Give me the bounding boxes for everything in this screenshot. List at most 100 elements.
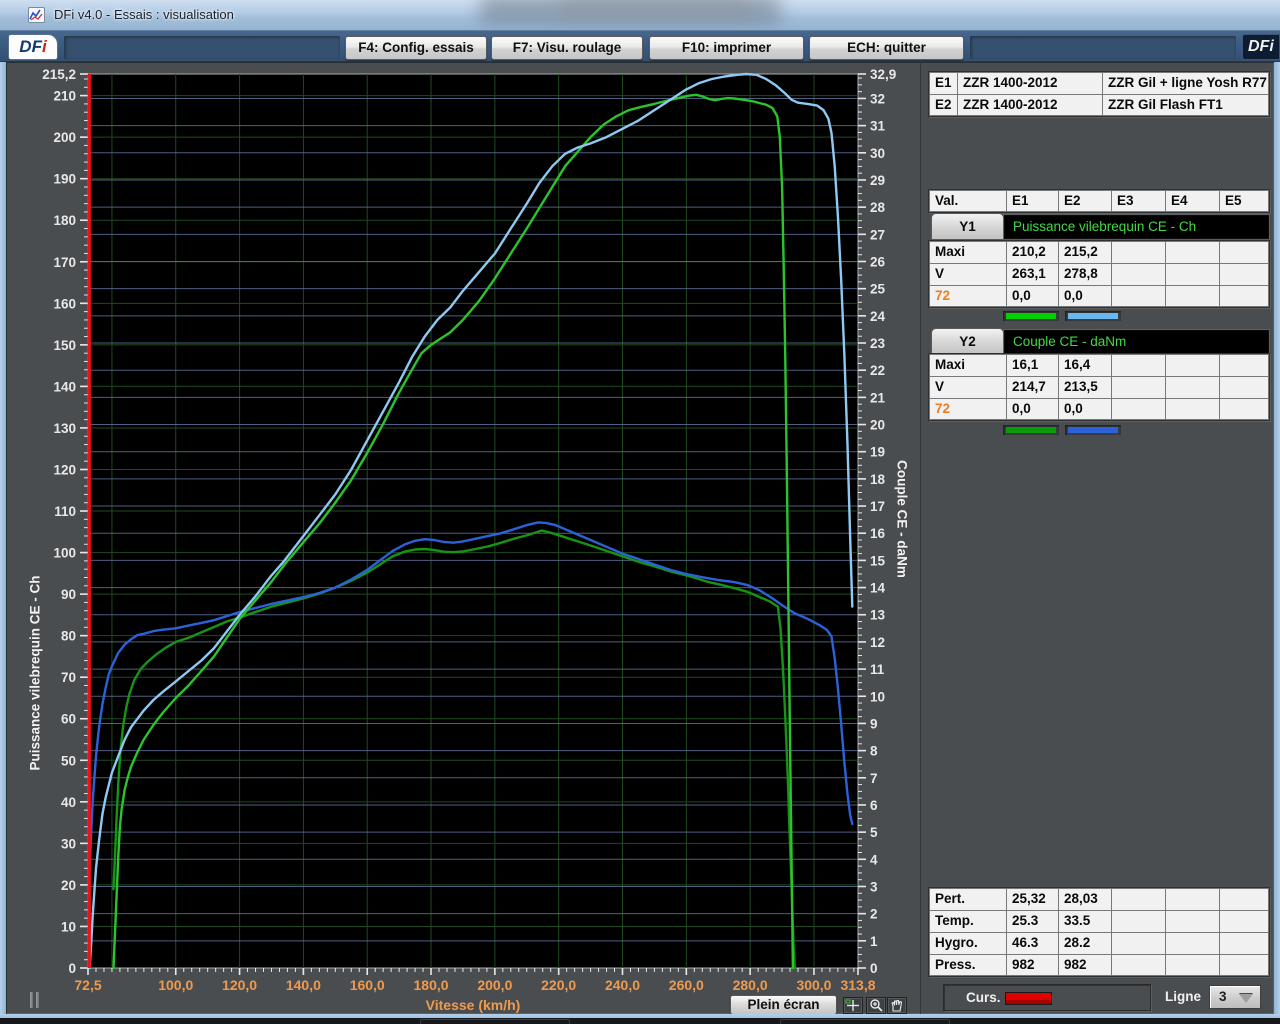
- value-cell: 28,03: [1058, 888, 1111, 910]
- value-cell: 0,0: [1058, 398, 1111, 420]
- value-cell: 25,32: [1006, 888, 1058, 910]
- tab-y2[interactable]: Y2: [931, 328, 1004, 355]
- button-visu-roulage[interactable]: F7: Visu. roulage: [491, 36, 643, 60]
- svg-text:30: 30: [61, 836, 76, 851]
- svg-text:100,0: 100,0: [158, 977, 193, 993]
- svg-text:20: 20: [61, 878, 76, 893]
- row-label: Pert.: [929, 888, 1006, 910]
- value-cell: [1219, 398, 1269, 420]
- y1-variable-field[interactable]: Puissance vilebrequin CE - Ch: [1004, 215, 1269, 239]
- svg-text:24: 24: [870, 309, 886, 324]
- table-row: 72 0,0 0,0: [929, 398, 1269, 420]
- svg-text:5: 5: [870, 825, 878, 840]
- window-border-right: [1274, 62, 1280, 1018]
- svg-text:160,0: 160,0: [350, 977, 385, 993]
- run-id: E1: [929, 72, 957, 94]
- fullscreen-button[interactable]: Plein écran: [730, 995, 837, 1015]
- column-header: E5: [1219, 190, 1269, 212]
- value-cell: [1219, 241, 1269, 263]
- svg-text:8: 8: [870, 744, 878, 759]
- svg-text:200,0: 200,0: [477, 977, 512, 993]
- table-header-row: Val. E1 E2 E3 E4 E5: [929, 190, 1269, 212]
- value-cell: [1111, 354, 1165, 376]
- svg-text:220,0: 220,0: [541, 977, 576, 993]
- series-swatch[interactable]: [1006, 313, 1056, 319]
- series-swatch[interactable]: [1068, 427, 1118, 433]
- svg-text:120: 120: [53, 462, 76, 477]
- svg-text:50: 50: [61, 753, 76, 768]
- column-header: Val.: [929, 190, 1006, 212]
- value-cell: 278,8: [1058, 263, 1111, 285]
- value-cell: [1111, 376, 1165, 398]
- value-cell: [1111, 398, 1165, 420]
- value-cell: [1111, 932, 1165, 954]
- line-width-dropdown[interactable]: 3: [1209, 985, 1261, 1009]
- value-cell: [1165, 398, 1219, 420]
- cursor-label: Curs.: [966, 990, 1001, 1005]
- y2-variable-field[interactable]: Couple CE - daNm: [1004, 330, 1269, 354]
- value-cell: [1111, 263, 1165, 285]
- value-cell: [1165, 954, 1219, 976]
- toolbar: DFi F4: Config. essais F7: Visu. roulage…: [0, 30, 1280, 62]
- window-title: DFi v4.0 - Essais : visualisation: [54, 7, 234, 22]
- svg-text:72,5: 72,5: [74, 977, 101, 993]
- series-swatch-slot: [1003, 311, 1059, 321]
- button-config-essais[interactable]: F4: Config. essais: [345, 36, 487, 60]
- tab-y1[interactable]: Y1: [931, 213, 1004, 240]
- svg-text:30: 30: [870, 146, 885, 161]
- dfi-logo-right-text: DFi: [1248, 38, 1274, 55]
- toolbar-recess: [970, 36, 1236, 59]
- run-model: ZZR 1400-2012: [957, 94, 1102, 116]
- value-cell: 25.3: [1006, 910, 1058, 932]
- taskbar-sliver: [0, 1018, 1280, 1024]
- button-quitter[interactable]: ECH: quitter: [809, 36, 964, 60]
- val-table-header: Val. E1 E2 E3 E4 E5: [929, 190, 1269, 212]
- value-cell: [1111, 241, 1165, 263]
- dfi-logo: DFi: [8, 34, 58, 60]
- dropdown-arrow-icon: [1239, 994, 1253, 1003]
- svg-text:110: 110: [54, 504, 76, 519]
- value-cell: [1111, 888, 1165, 910]
- svg-text:313,8: 313,8: [840, 977, 875, 993]
- svg-text:18: 18: [870, 472, 886, 487]
- svg-text:20: 20: [870, 418, 885, 433]
- svg-text:4: 4: [870, 852, 878, 867]
- svg-text:120,0: 120,0: [222, 977, 257, 993]
- svg-text:180,0: 180,0: [414, 977, 449, 993]
- y2-axis-title: Couple CE - daNm: [894, 460, 910, 578]
- chart-plot[interactable]: 100,0 120,0 140,0 160,0 180,0 200,0 220,0 240,0…: [6, 62, 920, 1019]
- value-cell: 0,0: [1058, 285, 1111, 307]
- pan-hand-icon[interactable]: [887, 997, 907, 1014]
- crosshair-icon[interactable]: [843, 997, 863, 1014]
- value-cell: 28.2: [1058, 932, 1111, 954]
- svg-text:22: 22: [870, 363, 885, 378]
- value-cell: [1219, 263, 1269, 285]
- series-swatch[interactable]: [1068, 313, 1118, 319]
- svg-text:1: 1: [870, 934, 878, 949]
- zoom-icon[interactable]: [866, 997, 886, 1014]
- run-id: E2: [929, 94, 957, 116]
- button-imprimer[interactable]: F10: imprimer: [649, 36, 804, 60]
- table-row: V 214,7 213,5: [929, 376, 1269, 398]
- value-cell: [1219, 354, 1269, 376]
- series-swatch[interactable]: [1006, 427, 1056, 433]
- value-cell: [1219, 910, 1269, 932]
- cursor-color-swatch[interactable]: [1005, 992, 1052, 1005]
- y2-values-table: Maxi 16,1 16,4 V 214,7 213,5 72 0,0 0,0: [929, 354, 1269, 420]
- line-width-value: 3: [1219, 989, 1227, 1004]
- cursor-panel: Curs.: [943, 984, 1151, 1011]
- run-model: ZZR 1400-2012: [957, 72, 1102, 94]
- y1-axis-title: Puissance vilebrequin CE - Ch: [27, 575, 43, 771]
- plot-background[interactable]: [87, 73, 859, 969]
- row-label: Hygro.: [929, 932, 1006, 954]
- value-cell: 210,2: [1006, 241, 1058, 263]
- svg-text:3: 3: [870, 879, 878, 894]
- svg-text:25: 25: [870, 282, 886, 297]
- svg-text:11: 11: [870, 662, 885, 677]
- table-row: E2 ZZR 1400-2012 ZZR Gil Flash FT1: [929, 94, 1269, 116]
- chart-canvas[interactable]: 100,0 120,0 140,0 160,0 180,0 200,0 220,0 240,0…: [6, 62, 920, 1014]
- taskbar-button-ghost: [420, 1019, 570, 1024]
- dyno-chart[interactable]: 100,0 120,0 140,0 160,0 180,0 200,0 220,0 240,0…: [6, 62, 920, 1015]
- value-cell: 215,2: [1058, 241, 1111, 263]
- row-label: 72: [929, 285, 1006, 307]
